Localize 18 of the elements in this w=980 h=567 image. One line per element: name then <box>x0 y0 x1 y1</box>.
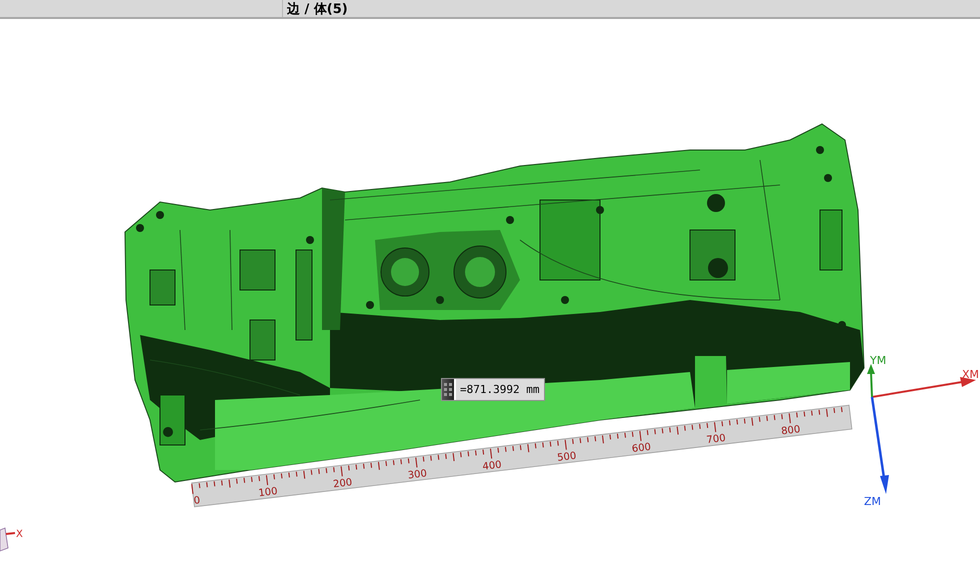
grip-icon[interactable] <box>442 379 454 400</box>
ruler-label: 800 <box>780 424 801 438</box>
y-axis-arrow <box>867 364 875 398</box>
ruler-label: 700 <box>706 433 726 446</box>
axis-label: X <box>16 529 23 540</box>
measurement-value: =871.3992 mm <box>454 379 544 400</box>
view-triad-icon <box>0 527 16 552</box>
ruler-label: 100 <box>258 486 278 500</box>
axis-label: YM <box>870 354 886 367</box>
ruler-label: 200 <box>332 477 353 490</box>
axis-label: XM <box>962 368 980 381</box>
ruler-label: 400 <box>482 460 502 473</box>
ruler-label: 600 <box>631 442 652 455</box>
ruler-label: 500 <box>556 450 577 464</box>
ruler-label: 300 <box>407 468 428 482</box>
axis-label: ZM <box>864 495 882 508</box>
ruler-label: 0 <box>193 495 201 507</box>
selection-filter-text: 边 / 体(5) <box>286 0 348 18</box>
